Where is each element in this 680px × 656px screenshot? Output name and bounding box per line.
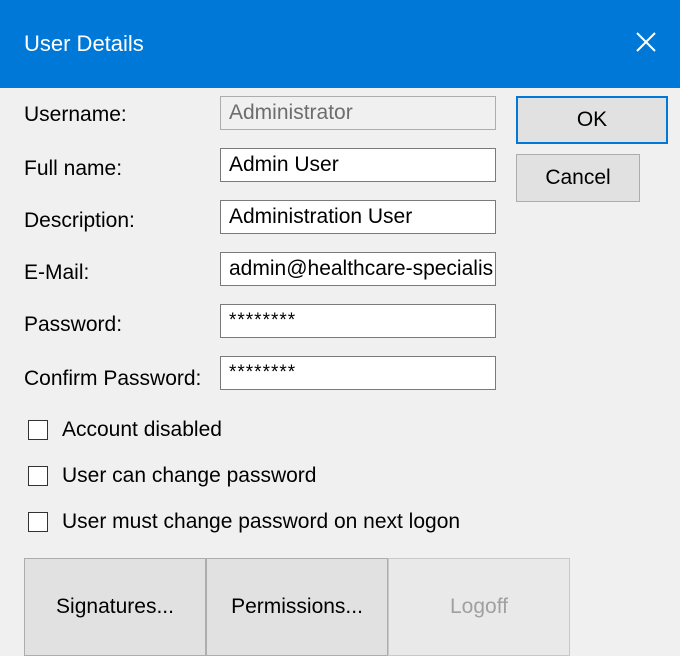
checkbox-box[interactable] xyxy=(28,466,48,486)
full-name-label: Full name: xyxy=(24,157,123,180)
title-bar: User Details xyxy=(0,0,680,88)
must-change-password-checkbox[interactable]: User must change password on next logon xyxy=(28,508,460,536)
password-field[interactable]: ******** xyxy=(220,304,496,338)
checkbox-label: User can change password xyxy=(62,464,317,487)
account-disabled-checkbox[interactable]: Account disabled xyxy=(28,416,222,444)
confirm-password-label: Confirm Password: xyxy=(24,367,202,390)
email-label: E-Mail: xyxy=(24,261,90,284)
description-field[interactable]: Administration User xyxy=(220,200,496,234)
logoff-button[interactable]: Logoff xyxy=(388,558,570,656)
signatures-button[interactable]: Signatures... xyxy=(24,558,206,656)
close-button[interactable] xyxy=(612,10,680,74)
email-field[interactable]: admin@healthcare-specialis xyxy=(220,252,496,286)
checkbox-label: Account disabled xyxy=(62,418,222,441)
permissions-button[interactable]: Permissions... xyxy=(206,558,388,656)
user-can-change-password-checkbox[interactable]: User can change password xyxy=(28,462,316,490)
username-label: Username: xyxy=(24,103,127,126)
close-icon xyxy=(636,32,656,52)
cancel-button[interactable]: Cancel xyxy=(516,154,640,202)
checkbox-box[interactable] xyxy=(28,420,48,440)
password-label: Password: xyxy=(24,313,123,336)
window-title: User Details xyxy=(24,31,144,56)
username-field[interactable]: Administrator xyxy=(220,96,496,130)
checkbox-label: User must change password on next logon xyxy=(62,510,461,533)
full-name-field[interactable]: Admin User xyxy=(220,148,496,182)
checkbox-box[interactable] xyxy=(28,512,48,532)
confirm-password-field[interactable]: ******** xyxy=(220,356,496,390)
ok-button[interactable]: OK xyxy=(516,96,668,144)
dialog-body: Username: Full name: Description: E-Mail… xyxy=(0,88,680,656)
description-label: Description: xyxy=(24,209,135,232)
